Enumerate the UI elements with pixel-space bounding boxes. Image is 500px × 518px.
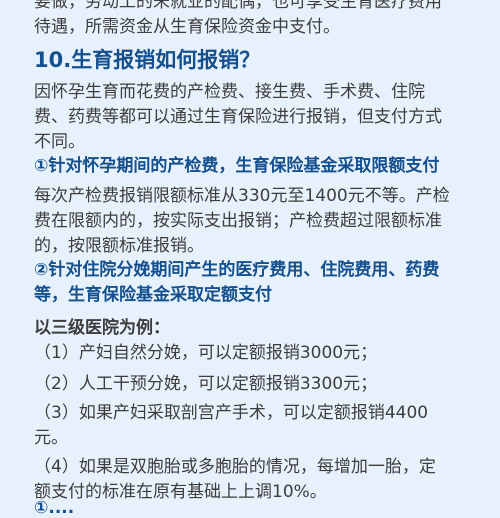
paragraph-line: 每次产检费报销限额标准从330元至1400元不等。产检	[34, 186, 450, 206]
paragraph-line: 的，按限额标准报销。	[34, 236, 204, 256]
article-page: 要做，劳动工的未就业的配偶，也可享受生育医疗费用 待遇，所需资金从生育保险资金中…	[0, 0, 500, 518]
paragraph-line: 费、药费等都可以通过生育保险进行报销，但支付方式	[34, 107, 442, 127]
list-item: （1）产妇自然分娩，可以定额报销3000元；	[34, 341, 474, 366]
intro-paragraph: 因怀孕生育而花费的产检费、接生费、手术费、住院 费、药费等都可以通过生育保险进行…	[34, 80, 474, 155]
partial-line: 要做，劳动工的未就业的配偶，也可享受生育医疗费用	[34, 0, 442, 12]
list-item-line: 元。	[34, 428, 68, 448]
example-lead: 以三级医院为例：	[34, 318, 170, 338]
section-title: 10.生育报销如何报销？	[34, 48, 261, 72]
list-item: （3）如果产妇采取剖宫产手术，可以定额报销4400 元。	[34, 401, 474, 451]
heading-line: ②针对住院分娩期间产生的医疗费用、住院费用、药费	[34, 260, 440, 280]
list-item: （2）人工干预分娩，可以定额报销3300元；	[34, 372, 474, 397]
list-item-line: （1）产妇自然分娩，可以定额报销3000元；	[34, 343, 378, 363]
paragraph-line: 费在限额内的，按实际支出报销；产检费超过限额标准	[34, 211, 442, 231]
point-1-body: 每次产检费报销限额标准从330元至1400元不等。产检 费在限额内的，按实际支出…	[34, 184, 474, 259]
heading-line: 等，生育保险基金采取定额支付	[34, 285, 272, 305]
list-item-line: 额支付的标准在原有基础上上调10%。	[34, 482, 327, 502]
list-item-line: （4）如果是双胞胎或多胞胎的情况，每增加一胎，定	[34, 457, 436, 477]
list-item-line: （3）如果产妇采取剖宫产手术，可以定额报销4400	[34, 403, 429, 423]
paragraph-line: 因怀孕生育而花费的产检费、接生费、手术费、住院	[34, 82, 425, 102]
list-item: （4）如果是双胞胎或多胞胎的情况，每增加一胎，定 额支付的标准在原有基础上上调1…	[34, 455, 474, 505]
partial-heading-bottom: ①....	[34, 498, 75, 518]
paragraph-line: 不同。	[34, 132, 85, 152]
partial-line: 待遇，所需资金从生育保险资金中支付。	[34, 17, 340, 37]
list-item-line: （2）人工干预分娩，可以定额报销3300元；	[34, 374, 378, 394]
point-1-heading: ①针对怀孕期间的产检费，生育保险基金采取限额支付	[34, 156, 440, 176]
partial-paragraph-top: 要做，劳动工的未就业的配偶，也可享受生育医疗费用 待遇，所需资金从生育保险资金中…	[34, 0, 442, 40]
point-2-heading: ②针对住院分娩期间产生的医疗费用、住院费用、药费 等，生育保险基金采取定额支付	[34, 258, 474, 308]
